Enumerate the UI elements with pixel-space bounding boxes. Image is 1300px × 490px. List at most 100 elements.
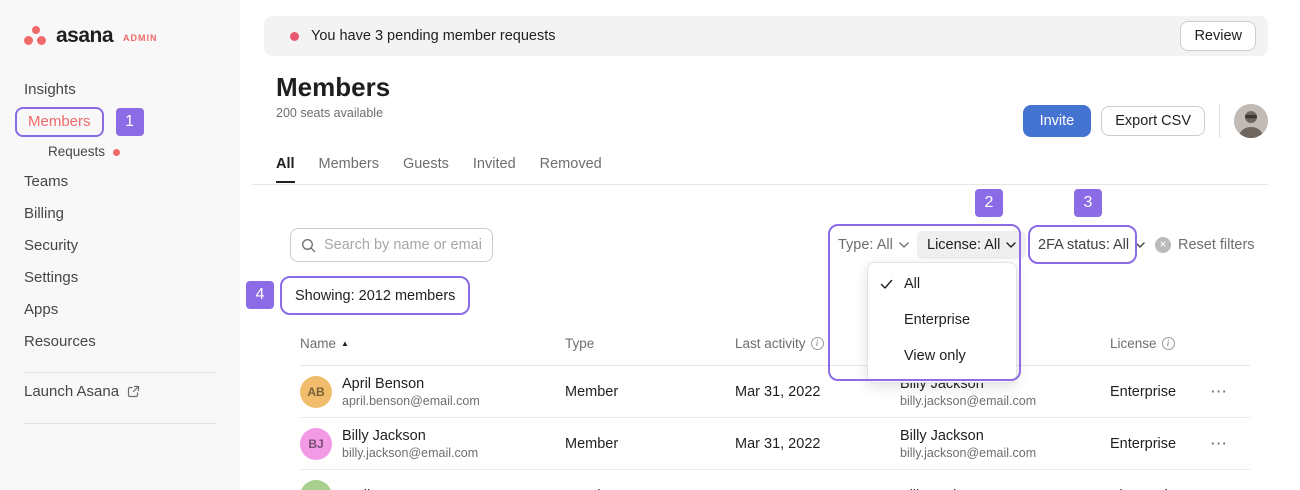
check-icon: [880, 266, 893, 302]
actions-cell: ⋯: [1210, 486, 1250, 490]
asana-logo-icon: [24, 26, 48, 46]
user-avatar[interactable]: [1234, 104, 1268, 138]
sidebar-item-members[interactable]: Members: [15, 107, 104, 137]
tab-all[interactable]: All: [276, 156, 295, 183]
member-email: april.benson@email.com: [342, 394, 480, 408]
member-cell: BJ Billy Jacksonbilly.jackson@email.com: [300, 428, 565, 460]
license-dropdown-menu: AllEnterpriseView only: [867, 262, 1017, 383]
sidebar-item-launch-asana[interactable]: Launch Asana: [0, 373, 240, 409]
type-cell: Member: [565, 384, 735, 400]
row-actions-button[interactable]: ⋯: [1210, 434, 1228, 454]
menu-item-view-only[interactable]: View only: [868, 338, 1016, 374]
tabs-divider: [252, 184, 1268, 185]
row-actions-button[interactable]: ⋯: [1210, 486, 1228, 490]
tab-invited[interactable]: Invited: [473, 156, 516, 183]
column-header-license: License i: [1110, 336, 1210, 351]
search-input[interactable]: [324, 237, 482, 253]
table-row: EJEmily JonesMemberMar 31, 2022Billy Jac…: [300, 470, 1250, 490]
clear-circle-icon: ×: [1155, 237, 1171, 253]
sidebar-divider: [24, 423, 216, 424]
related-member-cell: Billy Jackson billy.jackson@email.com: [900, 428, 1110, 460]
related-member-email: billy.jackson@email.com: [900, 394, 1110, 408]
table-row: ABApril Bensonapril.benson@email.comMemb…: [300, 366, 1250, 418]
actions-cell: ⋯: [1210, 382, 1250, 402]
chevron-down-icon: [1135, 242, 1145, 248]
member-tabs: All Members Guests Invited Removed: [276, 156, 602, 183]
license-cell: Enterprise: [1110, 384, 1210, 400]
pending-requests-banner: You have 3 pending member requests Revie…: [264, 16, 1268, 56]
reset-filters-button[interactable]: × Reset filters: [1155, 237, 1255, 253]
member-cell: ABApril Bensonapril.benson@email.com: [300, 376, 565, 408]
sidebar-nav: InsightsMembers 1RequestsTeamsBillingSecu…: [0, 74, 240, 358]
member-name-block: April Benson april.benson@email.com: [342, 376, 480, 408]
member-cell: EJEmily Jones: [300, 480, 565, 490]
notification-dot-icon: [113, 149, 120, 156]
last-activity-cell: Mar 31, 2022: [735, 384, 900, 400]
table-header-row: Name ▲ TypeLast activity i License i: [300, 336, 1250, 366]
showing-count: Showing: 2012 members: [280, 276, 470, 315]
column-label: Last activity: [735, 336, 806, 351]
asana-logo: asana ADMIN: [0, 0, 240, 48]
license-filter-label: License: All: [927, 237, 1000, 253]
tab-members[interactable]: Members: [319, 156, 379, 183]
actions-cell: ⋯: [1210, 434, 1250, 454]
annotation-badge-3: 3: [1074, 189, 1102, 217]
external-link-icon: [127, 385, 140, 398]
row-actions-button[interactable]: ⋯: [1210, 382, 1228, 402]
type-filter-dropdown[interactable]: Type: All: [838, 237, 909, 253]
member-name: April Benson: [342, 376, 480, 392]
sidebar-item-resources[interactable]: Resources: [0, 326, 240, 358]
twofa-filter-label: 2FA status: All: [1038, 237, 1129, 253]
tab-guests[interactable]: Guests: [403, 156, 449, 183]
sidebar-item-requests[interactable]: Requests: [0, 138, 240, 166]
showing-count-label: Showing: 2012 members: [295, 288, 455, 304]
asana-admin-console: asana ADMIN InsightsMembers1RequestsTeam…: [0, 0, 1300, 490]
member-name: Billy Jackson: [342, 428, 478, 444]
seats-available: 200 seats available: [276, 106, 383, 120]
tab-removed[interactable]: Removed: [540, 156, 602, 183]
export-csv-button[interactable]: Export CSV: [1101, 106, 1205, 136]
sidebar-item-apps[interactable]: Apps: [0, 294, 240, 326]
info-icon: i: [1162, 337, 1175, 350]
menu-item-all[interactable]: All: [868, 266, 1016, 302]
chevron-down-icon: [1006, 242, 1016, 248]
twofa-filter-dropdown[interactable]: 2FA status: All: [1038, 237, 1145, 253]
reset-filters-label: Reset filters: [1178, 237, 1255, 253]
menu-item-enterprise[interactable]: Enterprise: [868, 302, 1016, 338]
review-button[interactable]: Review: [1180, 21, 1256, 51]
admin-label: ADMIN: [123, 33, 158, 43]
column-label: License: [1110, 336, 1157, 351]
sidebar-item-settings[interactable]: Settings: [0, 262, 240, 294]
license-cell: Enterprise: [1110, 436, 1210, 452]
chevron-down-icon: [899, 242, 909, 248]
type-filter-label: Type: All: [838, 237, 893, 253]
search-icon: [301, 238, 316, 253]
table-row: BJBilly Jacksonbilly.jackson@email.comMe…: [300, 418, 1250, 470]
member-name-block: Billy Jacksonbilly.jackson@email.com: [342, 428, 478, 460]
sidebar-item-billing[interactable]: Billing: [0, 198, 240, 230]
related-member-email: billy.jackson@email.com: [900, 446, 1110, 460]
main-content: You have 3 pending member requests Revie…: [240, 0, 1300, 490]
sidebar-item-security[interactable]: Security: [0, 230, 240, 262]
brand-name: asana: [56, 24, 113, 48]
info-icon: i: [811, 337, 824, 350]
page-title: Members: [276, 72, 390, 103]
invite-button[interactable]: Invite: [1023, 105, 1092, 137]
member-avatar: EJ: [300, 480, 332, 490]
sidebar-active-row: Members 1: [15, 106, 240, 138]
related-member-name: Billy Jackson: [900, 428, 1110, 444]
search-box: [290, 228, 493, 262]
vertical-divider: [1219, 104, 1220, 138]
members-table: Name▲TypeLast activityiLicenseiABApril B…: [300, 336, 1250, 490]
type-cell: Member: [565, 436, 735, 452]
sidebar-item-teams[interactable]: Teams: [0, 166, 240, 198]
column-label: Name: [300, 336, 336, 351]
column-header-type: Type: [565, 336, 735, 351]
sidebar-item-insights[interactable]: Insights: [0, 74, 240, 106]
annotation-badge-2: 2: [975, 189, 1003, 217]
sort-ascending-icon: ▲: [341, 339, 349, 348]
license-filter-dropdown[interactable]: License: All: [917, 231, 1026, 259]
annotation-badge-1: 1: [116, 108, 144, 136]
member-avatar: BJ: [300, 428, 332, 460]
column-header-name[interactable]: Name ▲: [300, 336, 565, 351]
